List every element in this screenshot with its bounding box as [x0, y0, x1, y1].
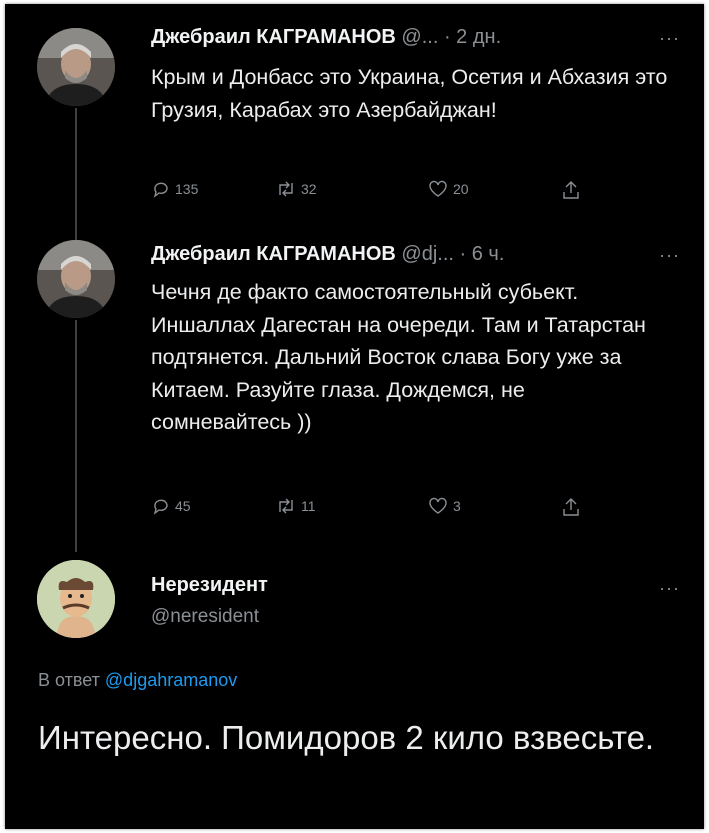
- reply-icon: [153, 499, 168, 515]
- tweet-thread: Джебраил КАГРАМАНОВ @... · 2 дн. ··· Кры…: [5, 4, 704, 829]
- avatar[interactable]: [37, 240, 115, 318]
- reply-author-name[interactable]: Нерезидент: [151, 574, 268, 597]
- like-button[interactable]: 3: [427, 496, 461, 516]
- reply-text: Интересно. Помидоров 2 кило взвесьте.: [38, 719, 655, 756]
- tweet-header: Джебраил КАГРАМАНОВ @dj... · 6 ч.: [151, 243, 504, 266]
- share-icon: [563, 498, 579, 516]
- like-count: 3: [453, 498, 461, 514]
- more-icon[interactable]: ···: [659, 578, 680, 599]
- share-button[interactable]: [561, 496, 581, 518]
- in-reply-to: В ответ @djgahramanov: [38, 670, 237, 691]
- retweet-count: 11: [301, 498, 316, 514]
- tweet[interactable]: Джебраил КАГРАМАНОВ @dj... · 6 ч. ··· Че…: [5, 4, 704, 564]
- heart-icon: [429, 497, 447, 514]
- reply-author-handle[interactable]: @neresident: [151, 606, 259, 628]
- reply-count: 45: [175, 498, 191, 514]
- tweet-time[interactable]: · 6 ч.: [460, 243, 505, 265]
- tweet-text: Чечня де факто самостоятельный субьект. …: [151, 280, 646, 434]
- author-name[interactable]: Джебраил КАГРАМАНОВ: [151, 243, 396, 265]
- retweet-icon: [279, 498, 293, 514]
- retweet-button[interactable]: 11: [275, 496, 316, 516]
- reply-button[interactable]: 45: [151, 496, 191, 516]
- in-reply-prefix: В ответ: [38, 670, 100, 690]
- author-handle[interactable]: @dj...: [401, 243, 454, 265]
- in-reply-link[interactable]: @djgahramanov: [105, 670, 237, 690]
- tweet-actions: 45 11 3: [151, 496, 601, 522]
- more-icon[interactable]: ···: [659, 245, 680, 266]
- avatar[interactable]: [37, 560, 115, 638]
- thread-line: [75, 320, 77, 552]
